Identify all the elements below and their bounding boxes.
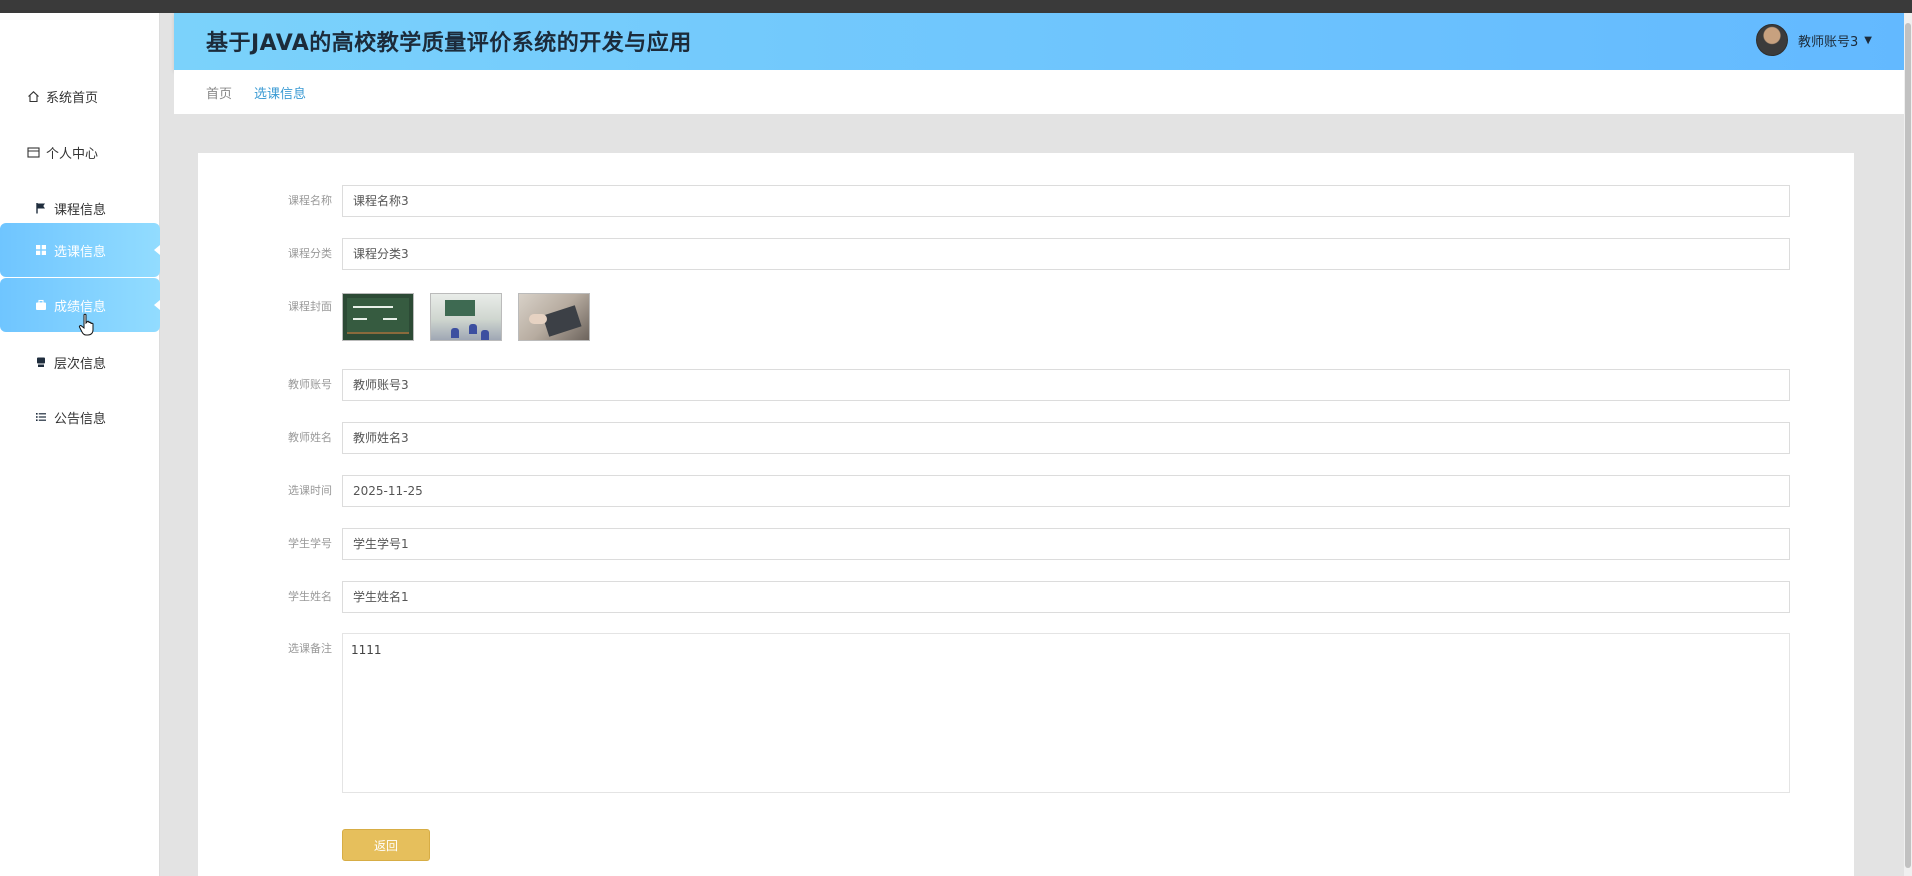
- scrollbar-thumb[interactable]: [1905, 23, 1911, 868]
- course-cover-image-1[interactable]: [342, 293, 414, 341]
- course-name-label: 课程名称: [288, 194, 332, 207]
- hand-cursor-icon: [78, 313, 94, 336]
- course-cover-label: 课程封面: [288, 300, 332, 313]
- sidebar-item-label: 公告信息: [54, 411, 107, 427]
- grid-icon: [34, 243, 48, 257]
- course-name-field[interactable]: 课程名称3: [342, 185, 1790, 217]
- course-category-field[interactable]: 课程分类3: [342, 238, 1790, 270]
- back-button[interactable]: 返回: [342, 829, 430, 861]
- selection-time-field[interactable]: 2025-11-25: [342, 475, 1790, 507]
- student-id-label: 学生学号: [288, 537, 332, 550]
- breadcrumb-current: 选课信息: [254, 86, 307, 102]
- avatar[interactable]: [1756, 24, 1789, 56]
- sidebar-item-home[interactable]: 系统首页: [0, 69, 160, 123]
- list-icon: [34, 410, 48, 424]
- course-cover-image-2[interactable]: [430, 293, 502, 341]
- teacher-account-field[interactable]: 教师账号3: [342, 369, 1790, 401]
- sidebar-item-levels[interactable]: 层次信息: [0, 335, 160, 389]
- sidebar-item-selection[interactable]: 选课信息: [0, 223, 160, 277]
- home-icon: [26, 89, 40, 103]
- selection-remark-textarea[interactable]: 1111: [342, 633, 1790, 793]
- selection-time-label: 选课时间: [288, 484, 332, 497]
- id-card-icon: [26, 145, 40, 159]
- teacher-account-label: 教师账号: [288, 378, 332, 391]
- sidebar-item-label: 个人中心: [46, 146, 99, 162]
- detail-form-card: 课程名称 课程名称3 课程分类 课程分类3 课程封面 教师账号 教师账号3 教师…: [198, 153, 1854, 876]
- sidebar-item-label: 选课信息: [54, 244, 107, 260]
- student-name-field[interactable]: 学生姓名1: [342, 581, 1790, 613]
- user-menu[interactable]: 教师账号3 ▼: [1756, 24, 1872, 56]
- sidebar-item-notice[interactable]: 公告信息: [0, 390, 160, 444]
- flag-icon: [34, 201, 48, 215]
- sidebar-item-label: 成绩信息: [54, 299, 107, 315]
- chevron-down-icon[interactable]: ▼: [1864, 35, 1872, 46]
- student-name-label: 学生姓名: [288, 590, 332, 603]
- page-scrollbar[interactable]: [1904, 13, 1912, 876]
- header-bar: 基于JAVA的高校教学质量评价系统的开发与应用 教师账号3 ▼: [174, 13, 1904, 70]
- sidebar-item-label: 层次信息: [54, 356, 107, 372]
- sidebar-item-label: 课程信息: [54, 202, 107, 218]
- course-category-label: 课程分类: [288, 247, 332, 260]
- briefcase-icon: [34, 298, 48, 312]
- breadcrumb: 首页 选课信息: [174, 70, 1904, 114]
- sidebar-item-profile[interactable]: 个人中心: [0, 125, 160, 179]
- page-title: 基于JAVA的高校教学质量评价系统的开发与应用: [206, 31, 692, 56]
- teacher-name-label: 教师姓名: [288, 431, 332, 444]
- window-top-strip: [0, 0, 1912, 13]
- student-id-field[interactable]: 学生学号1: [342, 528, 1790, 560]
- breadcrumb-home[interactable]: 首页: [206, 83, 232, 102]
- selection-remark-label: 选课备注: [288, 642, 332, 655]
- sidebar: 系统首页 个人中心 课程信息 选课信息 成绩信息 层次信息 公告信息: [0, 13, 160, 876]
- sidebar-item-label: 系统首页: [46, 90, 99, 106]
- stack-icon: [34, 355, 48, 369]
- teacher-name-field[interactable]: 教师姓名3: [342, 422, 1790, 454]
- user-name: 教师账号3: [1798, 34, 1859, 50]
- course-cover-image-3[interactable]: [518, 293, 590, 341]
